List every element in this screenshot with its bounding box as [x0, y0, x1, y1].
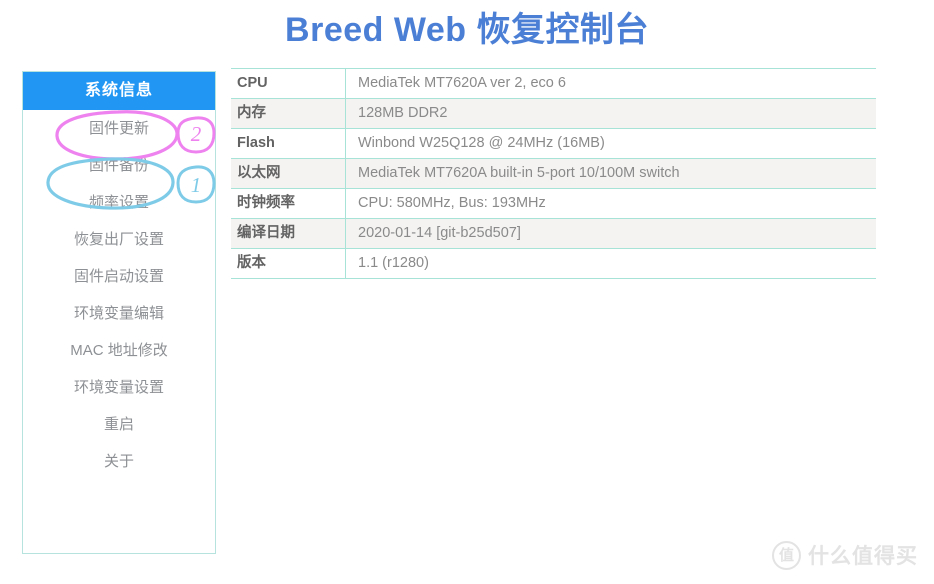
sidebar-item-firmware-backup[interactable]: 固件备份 — [23, 147, 215, 184]
watermark: 值 什么值得买 — [772, 540, 918, 570]
sidebar-item-about[interactable]: 关于 — [23, 443, 215, 480]
table-cell-key: CPU — [231, 68, 346, 99]
watermark-badge-icon: 值 — [772, 540, 801, 570]
table-cell-value: 2020-01-14 [git-b25d507] — [345, 218, 876, 249]
sidebar-item-factory-reset[interactable]: 恢复出厂设置 — [23, 221, 215, 258]
table-cell-value: MediaTek MT7620A ver 2, eco 6 — [345, 68, 876, 99]
system-info-table: CPU MediaTek MT7620A ver 2, eco 6 内存 128… — [231, 68, 876, 279]
table-row: 内存 128MB DDR2 — [231, 98, 876, 129]
table-cell-value: CPU: 580MHz, Bus: 193MHz — [345, 188, 876, 219]
table-cell-value: 128MB DDR2 — [345, 98, 876, 129]
watermark-text: 什么值得买 — [808, 545, 918, 568]
sidebar-header-system-info: 系统信息 — [23, 72, 215, 110]
sidebar-item-firmware-update[interactable]: 固件更新 — [23, 110, 215, 147]
sidebar-item-frequency-setting[interactable]: 频率设置 — [23, 184, 215, 221]
table-cell-value: MediaTek MT7620A built-in 5-port 10/100M… — [345, 158, 876, 189]
table-row: 版本 1.1 (r1280) — [231, 248, 876, 279]
table-cell-key: 版本 — [231, 248, 346, 279]
table-cell-value: Winbond W25Q128 @ 24MHz (16MB) — [345, 128, 876, 159]
table-row: Flash Winbond W25Q128 @ 24MHz (16MB) — [231, 128, 876, 159]
page-title: Breed Web 恢复控制台 — [285, 11, 649, 49]
table-cell-key: Flash — [231, 128, 346, 159]
sidebar-item-mac-modify[interactable]: MAC 地址修改 — [23, 332, 215, 369]
table-cell-key: 编译日期 — [231, 218, 346, 249]
table-row: 以太网 MediaTek MT7620A built-in 5-port 10/… — [231, 158, 876, 189]
sidebar-item-env-edit[interactable]: 环境变量编辑 — [23, 295, 215, 332]
sidebar-item-reboot[interactable]: 重启 — [23, 406, 215, 443]
table-row: 编译日期 2020-01-14 [git-b25d507] — [231, 218, 876, 249]
table-cell-key: 以太网 — [231, 158, 346, 189]
table-cell-value: 1.1 (r1280) — [345, 248, 876, 279]
table-row: 时钟频率 CPU: 580MHz, Bus: 193MHz — [231, 188, 876, 219]
sidebar-item-env-setting[interactable]: 环境变量设置 — [23, 369, 215, 406]
sidebar-item-boot-setting[interactable]: 固件启动设置 — [23, 258, 215, 295]
table-row: CPU MediaTek MT7620A ver 2, eco 6 — [231, 68, 876, 99]
sidebar: 系统信息 固件更新 固件备份 频率设置 恢复出厂设置 固件启动设置 环境变量编辑… — [22, 71, 216, 554]
table-cell-key: 时钟频率 — [231, 188, 346, 219]
table-cell-key: 内存 — [231, 98, 346, 129]
